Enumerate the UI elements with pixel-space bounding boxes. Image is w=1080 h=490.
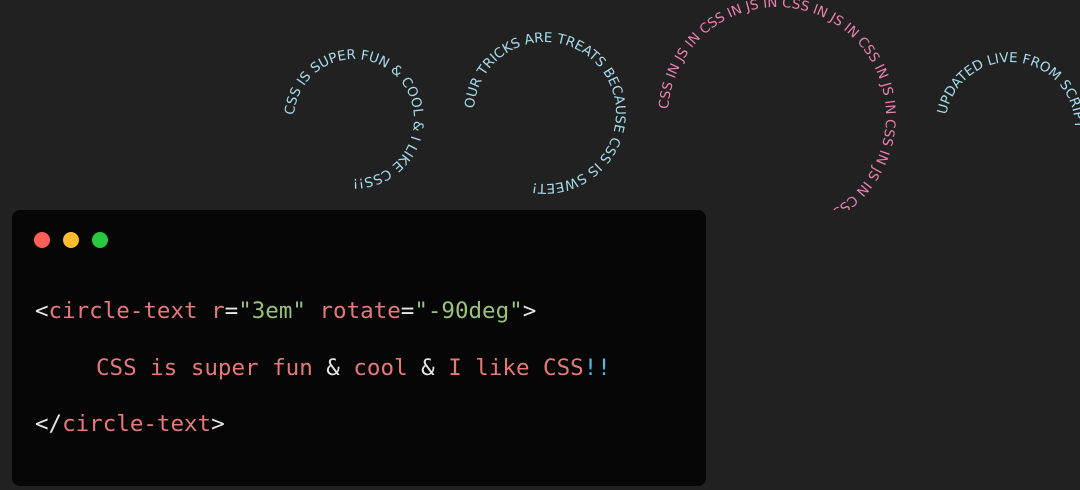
minimize-window-dot[interactable] (63, 232, 79, 248)
content-text: I like CSS (448, 355, 584, 381)
attr-rotate-name: rotate (305, 298, 401, 324)
equals-sign: = (400, 298, 415, 324)
tag-name: circle-text (62, 411, 212, 437)
tag-name: circle-text (48, 298, 198, 324)
circle-text-css-in-js-label: CSS IN JS IN CSS IN JS IN CSS IN JS IN C… (656, 0, 898, 210)
code-line-content: CSS is super fun & cool & I like CSS!! (96, 355, 611, 381)
code-window: <circle-text r="3em" rotate="-90deg"> CS… (12, 210, 706, 486)
circle-text-live-update-label: UPDATED LIVE FROM SCRIPT (934, 50, 1080, 130)
ampersand: & (407, 355, 449, 381)
equals-sign: = (224, 298, 239, 324)
close-bracket: > (211, 411, 225, 437)
circle-text-live-update: UPDATED LIVE FROM SCRIPT (934, 50, 1080, 130)
circle-text-tricks-treats: OUR TRICKS ARE TREATS BECAUSE CSS IS SWE… (462, 30, 628, 196)
attr-r-name: r (197, 298, 225, 324)
circle-text-css-in-js: CSS IN JS IN CSS IN JS IN CSS IN JS IN C… (656, 0, 898, 210)
exclamation-marks: !! (583, 355, 611, 381)
circle-text-tricks-treats-label: OUR TRICKS ARE TREATS BECAUSE CSS IS SWE… (462, 30, 628, 196)
circle-text-demo: CSS IS SUPER FUN & COOL & I LIKE CSS!! O… (282, 0, 1080, 210)
attr-r-value: "3em" (238, 298, 306, 324)
open-bracket: </ (35, 411, 63, 437)
circle-text-css-fun-label: CSS IS SUPER FUN & COOL & I LIKE CSS!! (282, 47, 426, 191)
ampersand: & (312, 355, 354, 381)
close-bracket: > (522, 298, 537, 324)
circle-text-css-fun: CSS IS SUPER FUN & COOL & I LIKE CSS!! (282, 47, 426, 191)
code-line-open-tag: <circle-text r="3em" rotate="-90deg"> (35, 298, 536, 324)
open-bracket: < (35, 298, 49, 324)
content-text: CSS is super fun (96, 355, 313, 381)
code-line-close-tag: </circle-text> (35, 411, 225, 437)
content-text: cool (353, 355, 408, 381)
close-window-dot[interactable] (34, 232, 50, 248)
maximize-window-dot[interactable] (92, 232, 108, 248)
attr-rotate-value: "-90deg" (414, 298, 523, 324)
